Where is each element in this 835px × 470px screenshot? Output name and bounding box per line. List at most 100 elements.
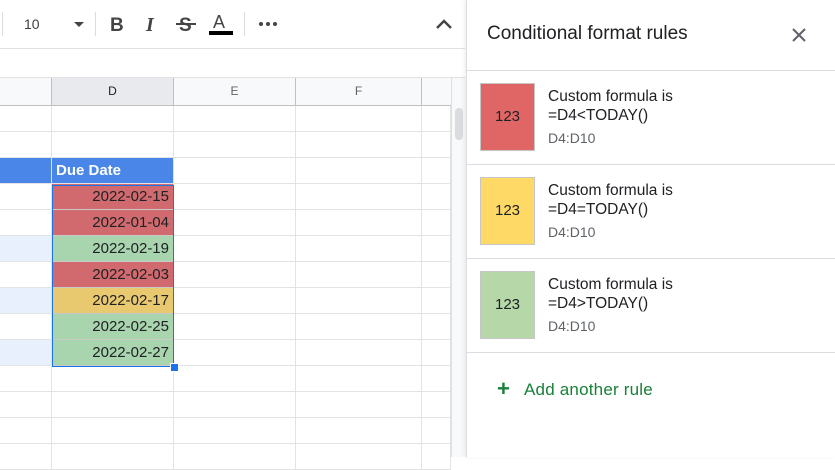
close-icon[interactable] [790, 26, 808, 44]
grid-cell[interactable] [0, 392, 52, 418]
rule-item[interactable]: 123 Custom formula is =D4>TODAY() D4:D10 [467, 259, 835, 353]
grid-cell[interactable] [0, 184, 52, 210]
header-cell-c[interactable] [0, 158, 52, 184]
grid-cell[interactable] [296, 418, 422, 444]
due-date-cell[interactable]: 2022-02-17 [52, 288, 174, 314]
grid-cell[interactable] [296, 106, 422, 132]
column-header-e[interactable]: E [174, 78, 296, 106]
due-date-cell[interactable]: 2022-02-27 [52, 340, 174, 366]
grid-cell[interactable] [0, 314, 52, 340]
toolbar: 10 B I S A [0, 0, 465, 49]
grid-cell[interactable] [296, 392, 422, 418]
chevron-up-icon [436, 19, 452, 29]
grid-cell[interactable] [0, 366, 52, 392]
add-rule-label: Add another rule [524, 380, 653, 399]
grid-cell[interactable] [296, 288, 422, 314]
text-color-icon: A [209, 12, 233, 35]
grid-cell[interactable] [52, 366, 174, 392]
grid-cell[interactable] [174, 210, 296, 236]
column-header-g[interactable] [422, 78, 452, 106]
grid-cell[interactable] [0, 418, 52, 444]
grid-cell[interactable] [422, 392, 451, 418]
formula-bar[interactable] [0, 49, 465, 78]
grid-cell[interactable] [0, 236, 52, 262]
rule-range: D4:D10 [548, 130, 596, 146]
grid-cell[interactable] [422, 444, 451, 470]
grid-cell[interactable] [174, 444, 296, 470]
bold-icon: B [110, 15, 124, 36]
grid-cell[interactable] [422, 106, 451, 132]
font-size-select[interactable]: 10 [10, 12, 88, 36]
grid-cell[interactable] [296, 210, 422, 236]
grid-cell[interactable] [296, 262, 422, 288]
scrollbar-thumb[interactable] [455, 108, 463, 140]
grid-cell[interactable] [422, 184, 451, 210]
grid-cell[interactable] [174, 288, 296, 314]
grid-cell[interactable] [296, 444, 422, 470]
collapse-toolbar-button[interactable] [430, 10, 458, 38]
grid-cell[interactable] [0, 288, 52, 314]
due-date-cell[interactable]: 2022-02-25 [52, 314, 174, 340]
grid-cell[interactable] [296, 340, 422, 366]
grid-cell[interactable] [422, 236, 451, 262]
column-header-f[interactable]: F [296, 78, 422, 106]
grid-cell[interactable] [174, 132, 296, 158]
grid-cell[interactable] [422, 210, 451, 236]
grid-cell[interactable] [422, 340, 451, 366]
italic-button[interactable]: I [138, 10, 166, 38]
grid-cell[interactable] [174, 262, 296, 288]
grid-cell[interactable] [174, 366, 296, 392]
grid-cell[interactable] [174, 158, 296, 184]
grid-cell[interactable] [0, 340, 52, 366]
grid-cell[interactable] [0, 262, 52, 288]
strikethrough-button[interactable]: S [172, 10, 200, 38]
grid-cell[interactable] [296, 184, 422, 210]
grid-cell[interactable] [174, 314, 296, 340]
rule-condition: Custom formula is [548, 182, 673, 199]
grid-cell[interactable] [422, 314, 451, 340]
grid-cell[interactable] [0, 210, 52, 236]
rule-range: D4:D10 [548, 318, 596, 334]
grid-cell[interactable] [174, 392, 296, 418]
rule-item[interactable]: 123 Custom formula is =D4=TODAY() D4:D10 [467, 165, 835, 259]
grid-cell[interactable] [0, 132, 52, 158]
grid-cell[interactable] [52, 392, 174, 418]
grid-cell[interactable] [296, 236, 422, 262]
grid-cell[interactable] [174, 236, 296, 262]
grid-cell[interactable] [422, 262, 451, 288]
vertical-scrollbar[interactable] [451, 78, 466, 457]
due-date-cell[interactable]: 2022-01-04 [52, 210, 174, 236]
toolbar-divider [244, 12, 245, 36]
grid-cell[interactable] [296, 158, 422, 184]
grid-cell[interactable] [0, 106, 52, 132]
grid-cell[interactable] [52, 444, 174, 470]
grid-cell[interactable] [296, 132, 422, 158]
grid-cell[interactable] [422, 418, 451, 444]
grid-cell[interactable] [422, 132, 451, 158]
more-button[interactable] [254, 10, 282, 38]
grid-cell[interactable] [296, 314, 422, 340]
text-color-button[interactable]: A [207, 10, 235, 38]
grid-cell[interactable] [0, 444, 52, 470]
grid-cell[interactable] [296, 366, 422, 392]
grid-cell[interactable] [52, 106, 174, 132]
column-header-d[interactable]: D [52, 78, 174, 106]
grid-cell[interactable] [174, 184, 296, 210]
grid-cell[interactable] [174, 418, 296, 444]
column-header-c[interactable] [0, 78, 52, 106]
due-date-cell[interactable]: 2022-02-03 [52, 262, 174, 288]
grid-cell[interactable] [174, 106, 296, 132]
grid-cell[interactable] [422, 158, 451, 184]
bold-button[interactable]: B [104, 10, 132, 38]
rule-condition: Custom formula is [548, 276, 673, 293]
grid-cell[interactable] [52, 418, 174, 444]
rule-item[interactable]: 123 Custom formula is =D4<TODAY() D4:D10 [467, 71, 835, 165]
fill-handle[interactable] [170, 363, 179, 372]
due-date-cell[interactable]: 2022-02-19 [52, 236, 174, 262]
due-date-cell[interactable]: 2022-02-15 [52, 184, 174, 210]
grid-cell[interactable] [422, 288, 451, 314]
due-date-header[interactable]: Due Date [52, 158, 174, 184]
grid-cell[interactable] [422, 366, 451, 392]
grid-cell[interactable] [52, 132, 174, 158]
grid-cell[interactable] [174, 340, 296, 366]
